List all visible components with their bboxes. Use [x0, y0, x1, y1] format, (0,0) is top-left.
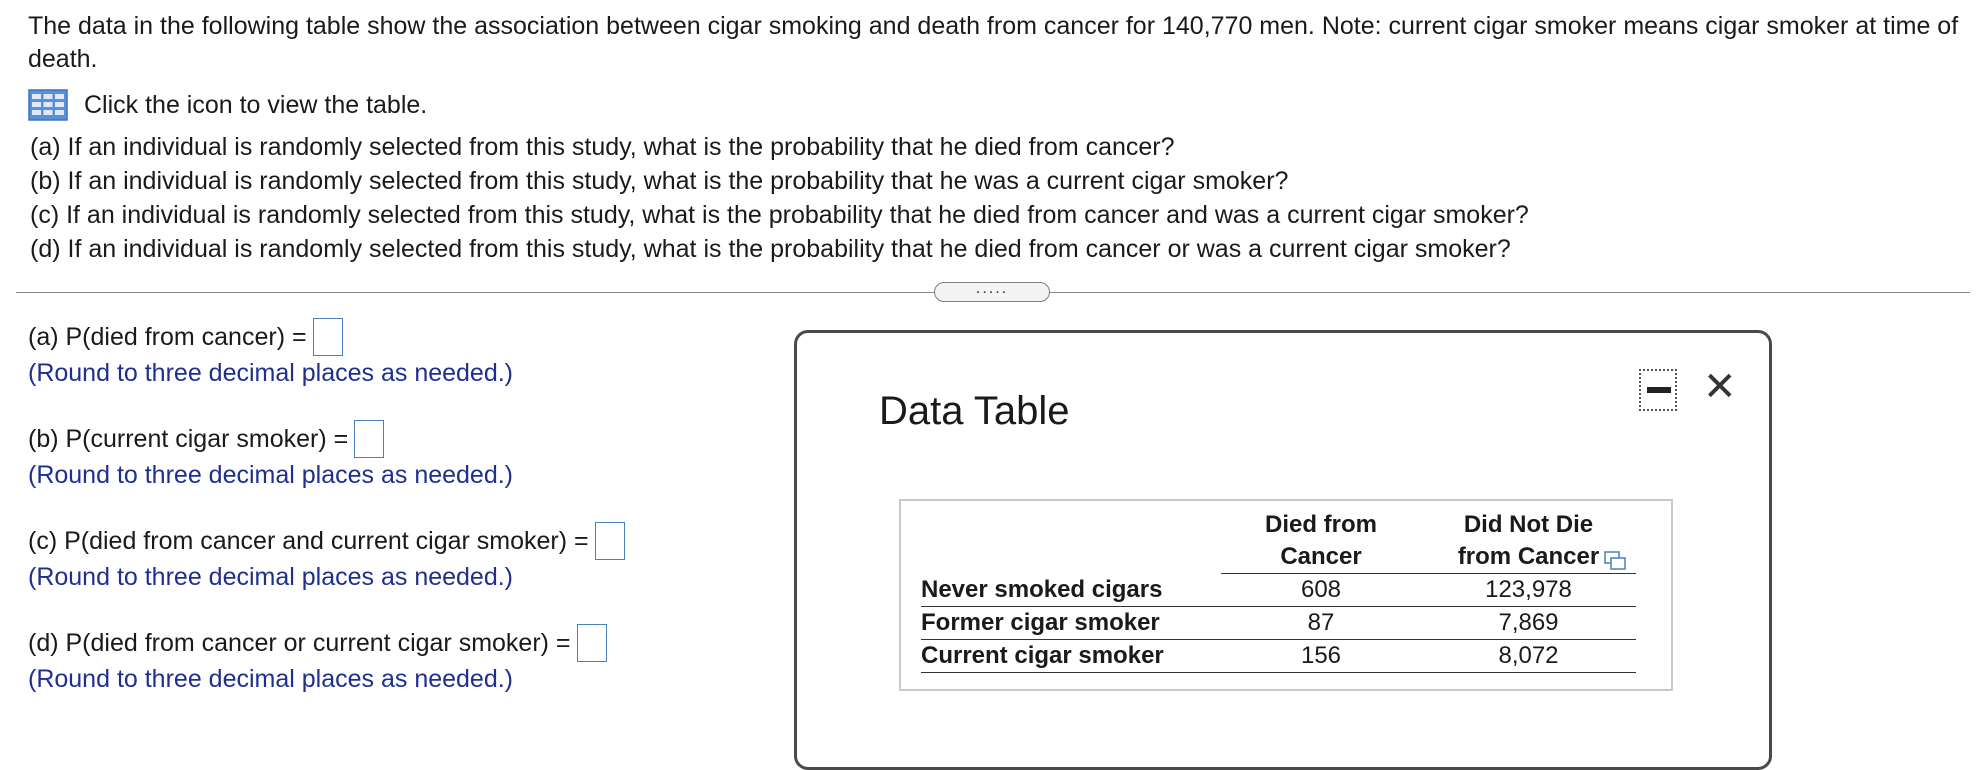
answer-b-input[interactable] — [354, 420, 385, 458]
answer-d-prompt: (d) P(died from cancer or current cigar … — [28, 629, 571, 657]
table-row: Former cigar smoker 87 7,869 — [921, 606, 1636, 640]
cell-not-died: 7,869 — [1421, 606, 1636, 640]
data-table-dialog: Data Table ✕ Died from Cancer Did Not Di… — [794, 330, 1772, 770]
answer-b-hint: (Round to three decimal places as needed… — [28, 461, 514, 489]
table-header-died-label: Died from Cancer — [1264, 511, 1377, 570]
table-row: Current cigar smoker 156 8,072 — [921, 639, 1636, 673]
cell-died: 87 — [1221, 606, 1421, 640]
answer-d: (d) P(died from cancer or current cigar … — [28, 624, 607, 696]
answer-c-prompt: (c) P(died from cancer and current cigar… — [28, 527, 589, 555]
question-list: (a) If an individual is randomly selecte… — [30, 130, 1529, 266]
question-c: (c) If an individual is randomly selecte… — [30, 201, 1529, 229]
cell-died: 156 — [1221, 639, 1421, 673]
minimize-icon[interactable] — [1639, 369, 1677, 411]
table-header-died: Died from Cancer — [1221, 509, 1421, 574]
table-header-not-died-label: Did Not Die from Cancer — [1457, 511, 1600, 570]
view-table-label[interactable]: Click the icon to view the table. — [84, 91, 427, 120]
answer-c-input[interactable] — [594, 522, 625, 560]
divider-expand-handle[interactable]: ..... — [934, 281, 1050, 302]
dialog-title: Data Table — [879, 389, 1070, 433]
cell-not-died: 123,978 — [1421, 573, 1636, 607]
answer-a-hint: (Round to three decimal places as needed… — [28, 359, 514, 387]
cell-not-died: 8,072 — [1421, 639, 1636, 673]
table-header-row: Died from Cancer Did Not Die from Cancer — [921, 509, 1636, 574]
answer-b: (b) P(current cigar smoker) = (Round to … — [28, 420, 513, 492]
question-b: (b) If an individual is randomly selecte… — [30, 167, 1289, 195]
answer-a: (a) P(died from cancer) = (Round to thre… — [28, 318, 513, 390]
copy-icon[interactable] — [1604, 551, 1626, 571]
row-label: Former cigar smoker — [921, 606, 1221, 640]
row-label: Current cigar smoker — [921, 639, 1221, 673]
row-label: Never smoked cigars — [921, 573, 1221, 607]
question-a: (a) If an individual is randomly selecte… — [30, 133, 1175, 161]
answer-a-input[interactable] — [312, 318, 343, 356]
data-table: Died from Cancer Did Not Die from Cancer… — [921, 509, 1636, 673]
view-table-link[interactable]: Click the icon to view the table. — [28, 88, 427, 122]
minimize-bar — [1647, 387, 1671, 393]
answer-a-prompt: (a) P(died from cancer) = — [28, 323, 307, 351]
close-icon[interactable]: ✕ — [1703, 363, 1737, 411]
data-table-frame: Died from Cancer Did Not Die from Cancer… — [899, 499, 1673, 691]
answer-b-prompt: (b) P(current cigar smoker) = — [28, 425, 349, 453]
table-header-blank — [921, 509, 1221, 574]
problem-intro: The data in the following table show the… — [28, 12, 1959, 73]
answer-d-hint: (Round to three decimal places as needed… — [28, 665, 514, 693]
answer-d-input[interactable] — [576, 624, 607, 662]
table-row: Never smoked cigars 608 123,978 — [921, 573, 1636, 607]
answer-c-hint: (Round to three decimal places as needed… — [28, 563, 514, 591]
question-d: (d) If an individual is randomly selecte… — [30, 235, 1511, 263]
cell-died: 608 — [1221, 573, 1421, 607]
table-grid-icon[interactable] — [28, 89, 68, 121]
answer-c: (c) P(died from cancer and current cigar… — [28, 522, 625, 594]
